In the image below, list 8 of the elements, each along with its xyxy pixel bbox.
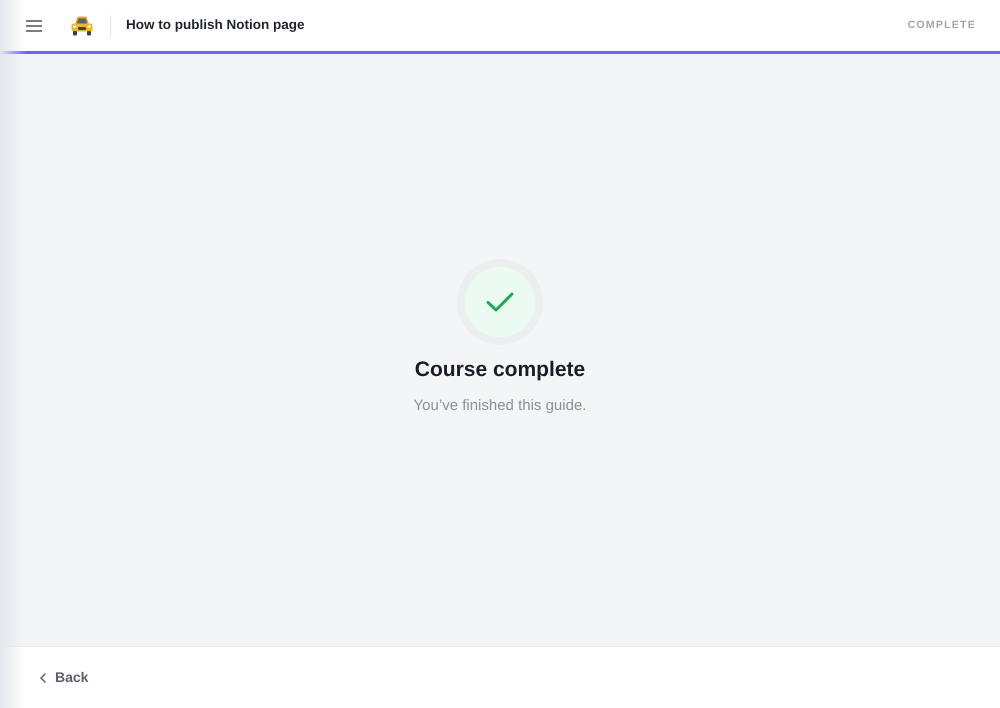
chevron-left-icon xyxy=(40,672,46,682)
completion-message: You’ve finished this guide. xyxy=(414,396,586,416)
back-button[interactable]: Back xyxy=(40,667,88,688)
car-icon xyxy=(70,14,94,36)
page-title: How to publish Notion page xyxy=(126,16,304,34)
menu-icon xyxy=(26,20,42,32)
status-label: COMPLETE xyxy=(908,18,976,33)
completion-heading: Course complete xyxy=(414,357,586,383)
